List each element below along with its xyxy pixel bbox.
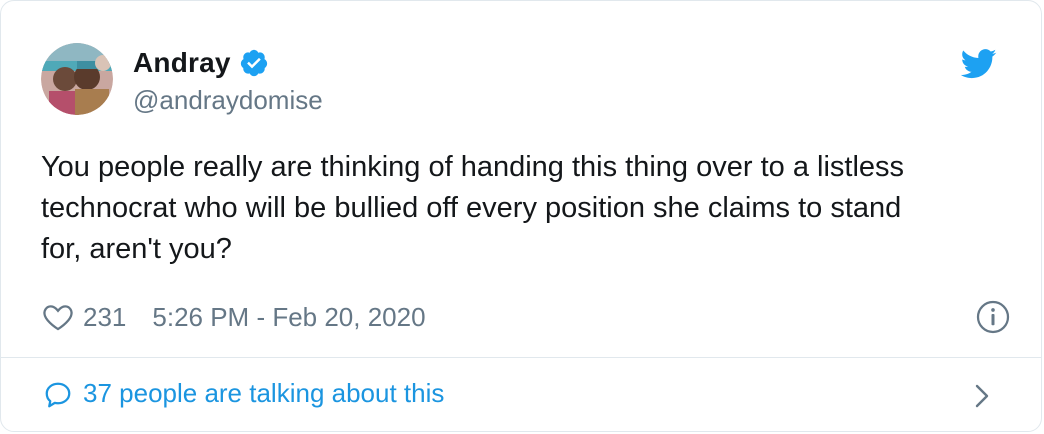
author-handle[interactable]: @andraydomise: [133, 85, 323, 116]
like-button[interactable]: 231: [41, 300, 126, 334]
speech-bubble-icon: [43, 380, 73, 410]
tweet-timestamp[interactable]: 5:26 PM - Feb 20, 2020: [152, 302, 425, 333]
author-name[interactable]: Andray: [133, 47, 231, 79]
tweet-header: Andray @andraydomise: [41, 43, 1001, 117]
verified-badge-icon: [239, 48, 269, 78]
heart-icon: [41, 300, 75, 334]
info-icon[interactable]: [975, 299, 1011, 335]
twitter-bird-icon[interactable]: [960, 49, 997, 79]
tweet-text: You people really are thinking of handin…: [41, 151, 905, 265]
tweet-card: Andray @andraydomise You people really a…: [0, 0, 1042, 432]
like-count: 231: [83, 301, 127, 332]
conversation-link[interactable]: 37 people are talking about this: [1, 358, 1041, 431]
name-row: Andray: [133, 43, 323, 83]
tweet-meta: 231 5:26 PM - Feb 20, 2020: [41, 297, 1001, 337]
avatar[interactable]: [41, 43, 113, 115]
chevron-right-icon[interactable]: [973, 382, 991, 410]
talking-count-link[interactable]: 37 people are talking about this: [83, 378, 444, 409]
author-block: Andray @andraydomise: [133, 43, 323, 116]
